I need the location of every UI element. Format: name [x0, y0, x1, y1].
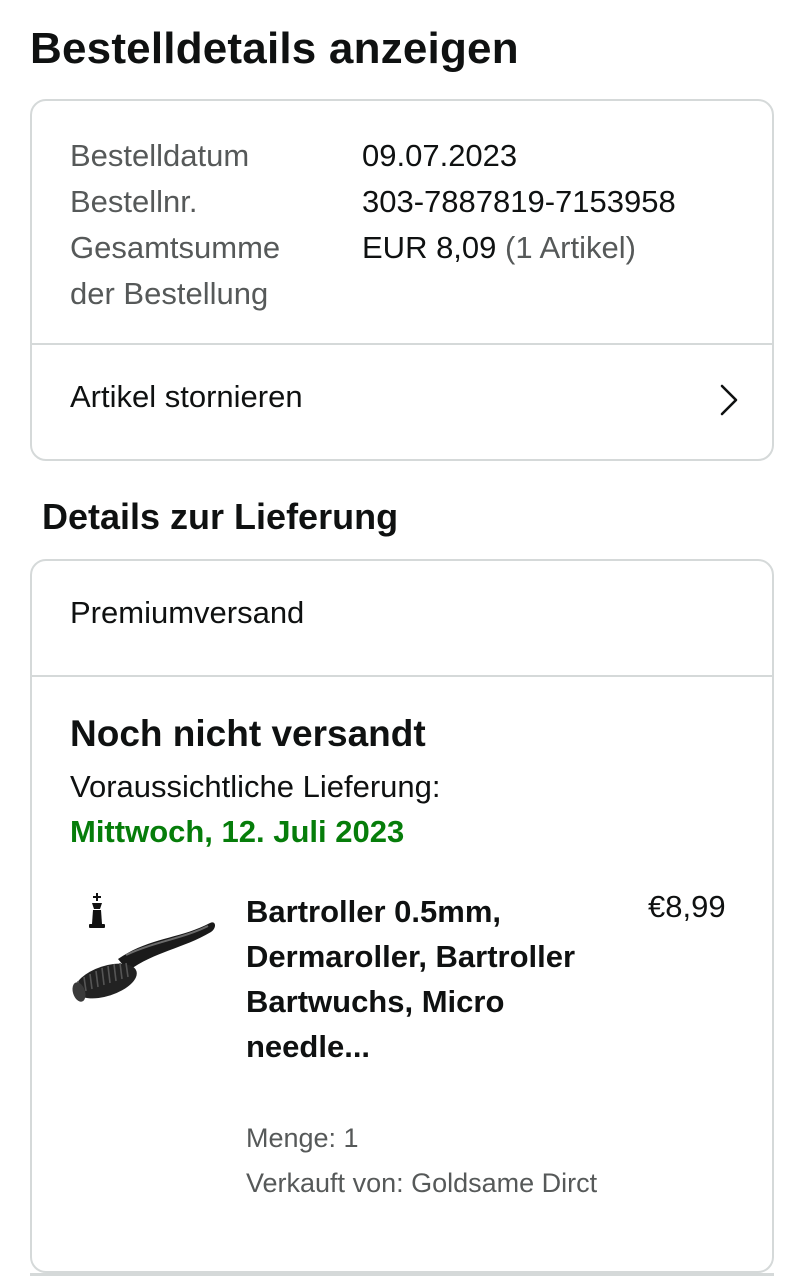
derma-roller-image[interactable]: [70, 889, 216, 1007]
order-total-label-line1: Gesamtsumme: [70, 230, 281, 265]
order-number-label: Bestellnr.: [70, 184, 198, 219]
product-price: €8,99: [648, 889, 726, 924]
order-number-value: 303-7887819-7153958: [362, 184, 676, 219]
cancel-items-label: Artikel stornieren: [70, 379, 303, 414]
order-total-value: EUR 8,09: [362, 230, 497, 265]
shipment-status: Noch nicht versandt: [70, 713, 426, 754]
cancel-items-row[interactable]: Artikel stornieren: [32, 345, 772, 459]
chevron-right-icon: [720, 384, 738, 416]
product-seller: Verkauft von: Goldsame Dirct: [246, 1168, 598, 1198]
delivery-card: Premiumversand Noch nicht versandt Vorau…: [30, 559, 774, 1273]
order-total-value-wrap: EUR 8,09 (1 Artikel): [362, 225, 636, 271]
eta-label: Voraussichtliche Lieferung:: [70, 769, 441, 804]
product-title[interactable]: Bartroller 0.5mm, Dermaroller, Bartrolle…: [246, 889, 576, 1069]
order-total-label-line2: der Bestellung: [70, 276, 269, 311]
shipping-method: Premiumversand: [70, 595, 305, 630]
order-date-value: 09.07.2023: [362, 138, 518, 173]
card-divider: [32, 675, 772, 677]
page-title: Bestelldetails anzeigen: [30, 24, 519, 73]
order-total-items: (1 Artikel): [505, 230, 636, 265]
delivery-section-title: Details zur Lieferung: [42, 496, 399, 537]
order-date-label: Bestelldatum: [70, 138, 250, 173]
eta-date: Mittwoch, 12. Juli 2023: [70, 814, 405, 849]
bottom-divider: [30, 1273, 774, 1276]
product-quantity: Menge: 1: [246, 1123, 359, 1153]
order-summary-card: Bestelldatum 09.07.2023 Bestellnr. 303-7…: [30, 99, 774, 461]
